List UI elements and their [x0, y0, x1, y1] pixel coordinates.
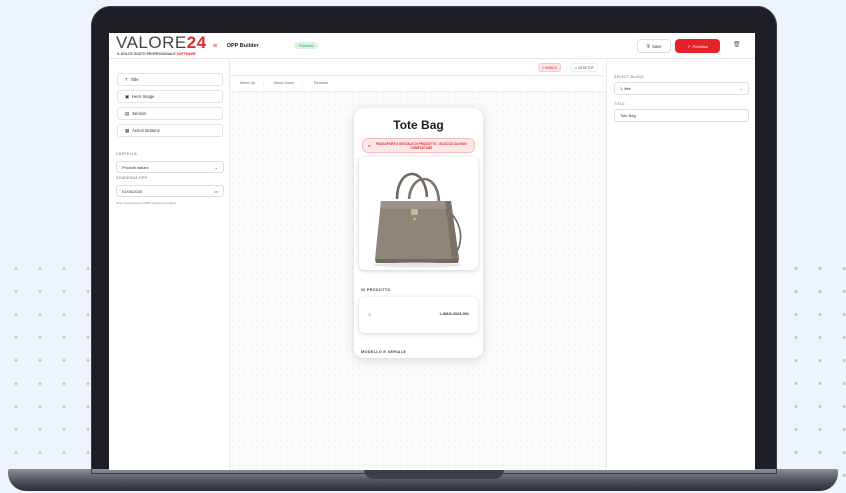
mobile-preview: Tote Bag ⊘ PASSAPORTO DIGITALE DI PRODOT…	[354, 108, 483, 358]
title-input-value: Tote Bag	[620, 113, 636, 118]
select-block-label: SELECT BLOCK	[614, 75, 644, 79]
block-section-button[interactable]: ▤ Section	[117, 107, 223, 120]
product-id-heading: ID PRODOTTO	[361, 288, 391, 292]
warning-text: PASSAPORTO DIGITALE DI PRODOTTO - BLOCCO…	[376, 141, 467, 150]
chevron-down-icon: ⌄	[739, 86, 743, 91]
monitor-icon: ▭	[574, 65, 578, 70]
expiry-hint: Dopo questa data il DPP risulterà non at…	[116, 201, 176, 205]
tote-bag-image	[359, 157, 478, 270]
publish-button[interactable]: ➚ Pubblica	[675, 39, 720, 53]
laptop-screen: VALORE24 IL DOLCE GUSTO PROFESSIONALE SO…	[109, 33, 755, 470]
block-hero-image-button[interactable]: ▣ Hero Image	[117, 90, 223, 103]
view-desktop-label: DESKTOP	[578, 65, 594, 70]
logo-tagline-accent: SOFTWARE	[176, 52, 196, 56]
save-icon: 🖫	[646, 42, 651, 48]
barcode-icon: ⊙	[368, 312, 372, 317]
menu-icon[interactable]: ≡	[213, 43, 217, 50]
product-code: L-BAG-2024-001	[439, 312, 469, 316]
remove-button[interactable]: Remove	[314, 81, 336, 85]
canvas: ▯ MOBILE ▭ DESKTOP Move Up Move Down Rem…	[230, 60, 606, 470]
buttons-icon: ▦	[125, 127, 130, 133]
select-block-dropdown[interactable]: 1. title ⌄	[614, 82, 749, 95]
move-down-button[interactable]: Move Down	[274, 81, 304, 85]
block-title-button[interactable]: T Title	[117, 73, 223, 86]
chevron-down-icon: ⌄	[214, 164, 218, 170]
expiry-label: SCADENZA DPP	[116, 176, 148, 180]
title-input[interactable]: Tote Bag	[614, 109, 749, 122]
expiry-date-input[interactable]: 01/05/2026 ▭	[116, 185, 224, 197]
phone-icon: ▯	[542, 65, 544, 70]
text-icon: T	[125, 77, 128, 82]
block-actions-bar: Move Up Move Down Remove	[230, 77, 606, 92]
model-serial-heading: MODELLO E SERIALE	[361, 350, 407, 354]
calendar-icon: ▭	[214, 188, 218, 194]
status-badge: Published	[294, 42, 319, 49]
top-bar: VALORE24 IL DOLCE GUSTO PROFESSIONALE SO…	[109, 33, 755, 59]
block-label: Section	[132, 111, 147, 116]
laptop-notch	[364, 469, 504, 479]
block-label: Action Buttons	[132, 128, 160, 133]
expiry-value: 01/05/2026	[122, 188, 143, 194]
save-label: Save	[652, 43, 662, 49]
folder-select[interactable]: Prodotti Italiani ⌄	[116, 161, 224, 173]
block-action-buttons-button[interactable]: ▦ Action Buttons	[117, 124, 223, 137]
save-button[interactable]: 🖫 Save	[637, 39, 671, 53]
properties-panel: SELECT BLOCK 1. title ⌄ TITLE Tote Bag	[606, 60, 755, 470]
title-field-label: TITLE	[614, 102, 626, 106]
folder-value: Prodotti Italiani	[122, 164, 149, 170]
logo: VALORE24	[116, 34, 207, 52]
preview-title[interactable]: Tote Bag	[354, 118, 483, 132]
product-id-row: ⊙ L-BAG-2024-001	[359, 297, 478, 333]
block-label: Hero Image	[132, 94, 155, 99]
section-icon: ▤	[125, 110, 130, 116]
image-icon: ▣	[125, 93, 130, 99]
view-mobile-label: MOBILE	[544, 65, 558, 70]
folder-label: CARTELLA	[116, 152, 137, 156]
logo-number: 24	[186, 33, 207, 52]
send-icon: ➚	[687, 43, 691, 49]
hero-image[interactable]	[359, 157, 478, 270]
logo-tagline-text: IL DOLCE GUSTO PROFESSIONALE	[117, 52, 176, 56]
publish-label: Pubblica	[692, 43, 708, 49]
block-label: Title	[130, 77, 139, 82]
view-desktop-toggle[interactable]: ▭ DESKTOP	[570, 63, 598, 72]
warning-banner: ⊘ PASSAPORTO DIGITALE DI PRODOTTO - BLOC…	[362, 138, 475, 153]
logo-wordmark: VALORE	[116, 33, 187, 52]
trash-icon[interactable]: 🗑	[733, 41, 741, 48]
move-up-button[interactable]: Move Up	[240, 81, 265, 85]
view-toggle-bar: ▯ MOBILE ▭ DESKTOP	[230, 60, 606, 76]
logo-tagline: IL DOLCE GUSTO PROFESSIONALE SOFTWARE	[117, 52, 196, 56]
page-title: DPP Builder	[227, 43, 259, 49]
select-block-value: 1. title	[620, 86, 631, 91]
alert-icon: ⊘	[368, 143, 371, 148]
left-sidebar: T Title ▣ Hero Image ▤ Section ▦ Action …	[109, 60, 230, 470]
view-mobile-toggle[interactable]: ▯ MOBILE	[538, 63, 562, 72]
